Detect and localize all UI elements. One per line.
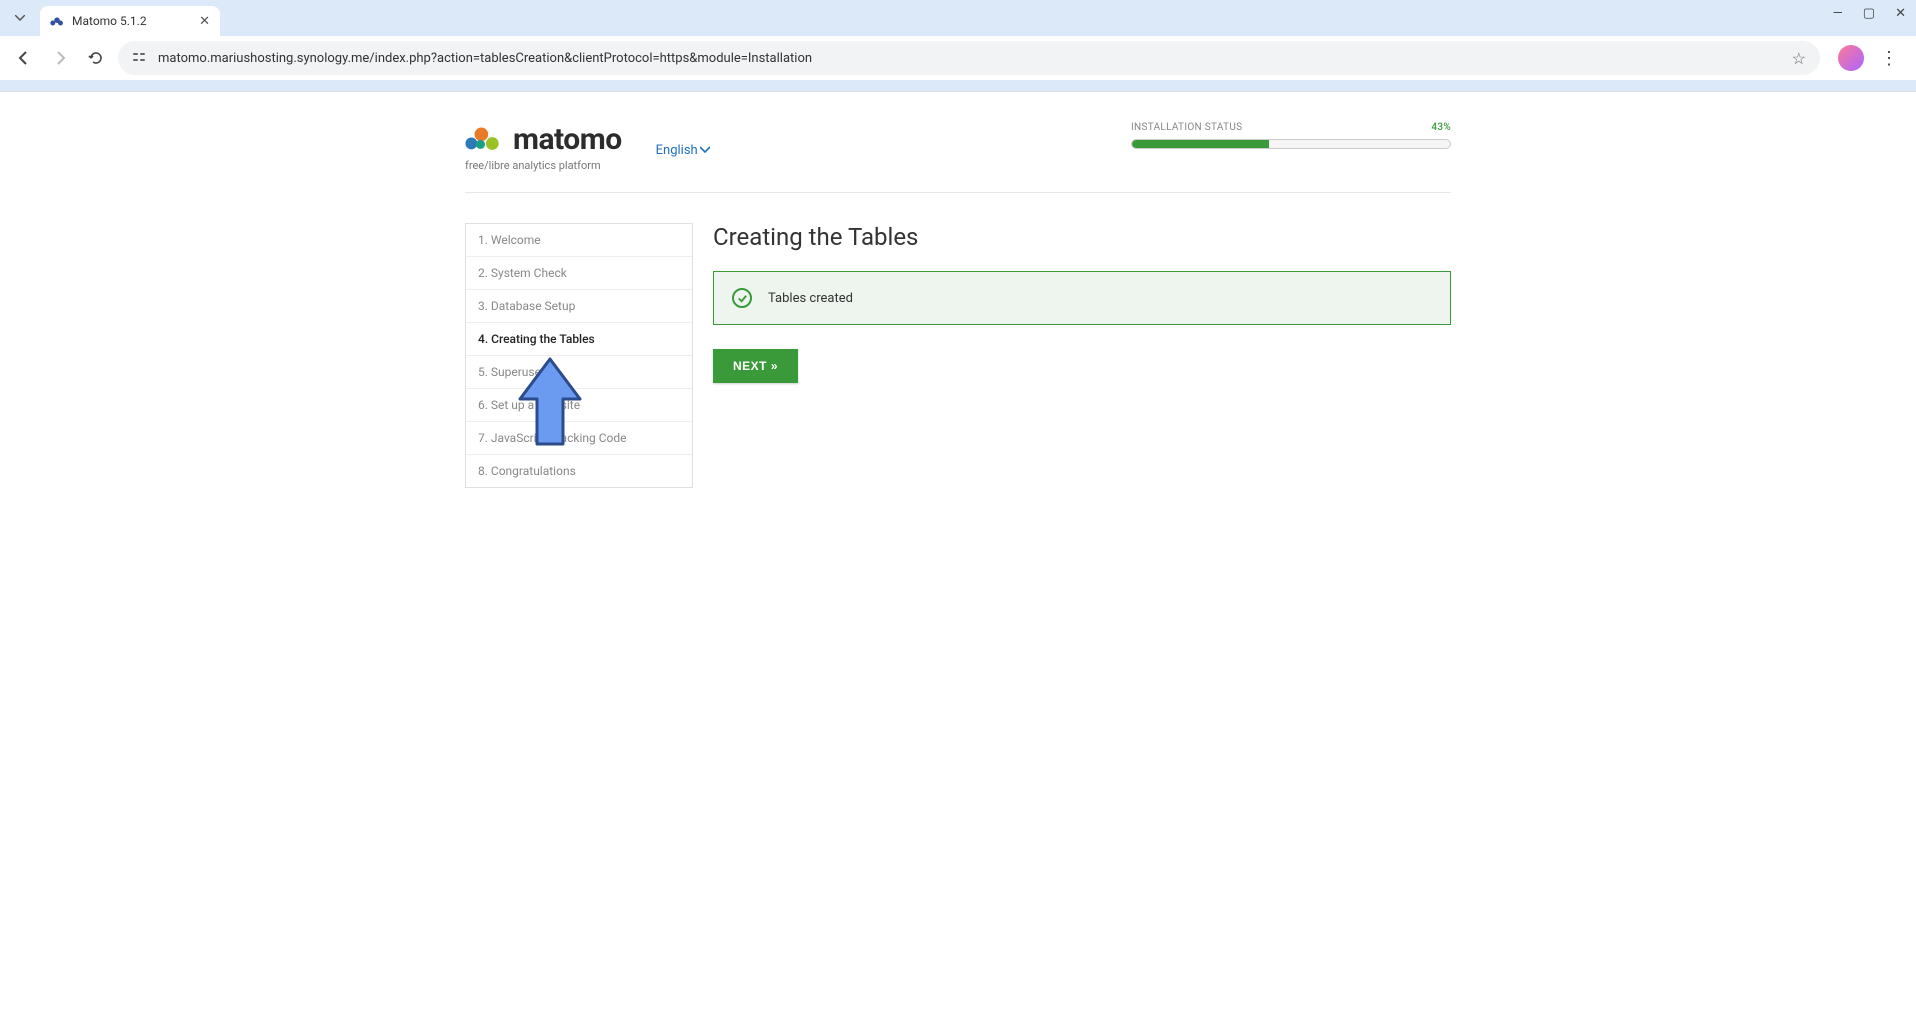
installation-status: INSTALLATION STATUS 43%	[1131, 122, 1451, 149]
page-viewport: matomo free/libre analytics platform Eng…	[0, 92, 1916, 1020]
tab-bar: Matomo 5.1.2 ✕	[0, 0, 1916, 36]
brand-name: matomo	[513, 122, 622, 157]
sidebar-item-creating-tables[interactable]: 4. Creating the Tables	[466, 323, 692, 356]
sidebar-item-welcome[interactable]: 1. Welcome	[466, 224, 692, 257]
sidebar-item-setup-website[interactable]: 6. Set up a Website	[466, 389, 692, 422]
browser-tab[interactable]: Matomo 5.1.2 ✕	[40, 6, 220, 36]
progress-fill	[1132, 140, 1269, 148]
progress-bar	[1131, 139, 1451, 149]
maximize-icon[interactable]: ▢	[1863, 6, 1875, 21]
tab-close-icon[interactable]: ✕	[199, 14, 210, 29]
window-controls: — ▢ ✕	[1833, 6, 1906, 21]
page-header: matomo free/libre analytics platform Eng…	[465, 122, 1451, 193]
main-content: Creating the Tables Tables created NEXT …	[713, 223, 1451, 488]
sidebar-item-database-setup[interactable]: 3. Database Setup	[466, 290, 692, 323]
status-label: INSTALLATION STATUS	[1131, 122, 1242, 133]
page-title: Creating the Tables	[713, 223, 1451, 251]
next-button[interactable]: NEXT »	[713, 349, 798, 383]
logo-block: matomo free/libre analytics platform Eng…	[465, 122, 710, 172]
language-selector[interactable]: English	[656, 143, 710, 158]
page-body: 1. Welcome 2. System Check 3. Database S…	[465, 223, 1451, 488]
browser-chrome: Matomo 5.1.2 ✕ — ▢ ✕ matomo.mariushostin…	[0, 0, 1916, 92]
tab-search-dropdown[interactable]	[12, 10, 28, 26]
close-window-icon[interactable]: ✕	[1895, 6, 1906, 21]
reload-button[interactable]	[82, 44, 110, 72]
success-message: Tables created	[768, 291, 853, 306]
installation-steps-sidebar: 1. Welcome 2. System Check 3. Database S…	[465, 223, 693, 488]
language-label: English	[656, 143, 698, 158]
sidebar-item-js-tracking[interactable]: 7. JavaScript Tracking Code	[466, 422, 692, 455]
chevron-down-icon	[700, 143, 710, 158]
check-circle-icon	[732, 288, 752, 308]
sidebar-item-superuser[interactable]: 5. Superuser	[466, 356, 692, 389]
chrome-menu-icon[interactable]: ⋮	[1872, 48, 1906, 69]
sidebar-item-congratulations[interactable]: 8. Congratulations	[466, 455, 692, 487]
sidebar-item-system-check[interactable]: 2. System Check	[466, 257, 692, 290]
minimize-icon[interactable]: —	[1833, 6, 1843, 21]
matomo-logo-icon	[465, 125, 505, 155]
success-alert: Tables created	[713, 271, 1451, 325]
browser-toolbar: matomo.mariushosting.synology.me/index.p…	[0, 36, 1916, 80]
tab-title: Matomo 5.1.2	[72, 14, 147, 28]
bookmark-star-icon[interactable]: ☆	[1792, 49, 1806, 68]
brand-tagline: free/libre analytics platform	[465, 159, 622, 172]
status-percent: 43%	[1431, 122, 1451, 133]
page-container: matomo free/libre analytics platform Eng…	[465, 92, 1451, 488]
back-button[interactable]	[10, 44, 38, 72]
site-settings-icon[interactable]	[132, 50, 148, 67]
favicon-icon	[50, 14, 64, 28]
url-text: matomo.mariushosting.synology.me/index.p…	[158, 51, 812, 66]
profile-avatar[interactable]	[1838, 45, 1864, 71]
address-bar[interactable]: matomo.mariushosting.synology.me/index.p…	[118, 41, 1820, 75]
forward-button[interactable]	[46, 44, 74, 72]
